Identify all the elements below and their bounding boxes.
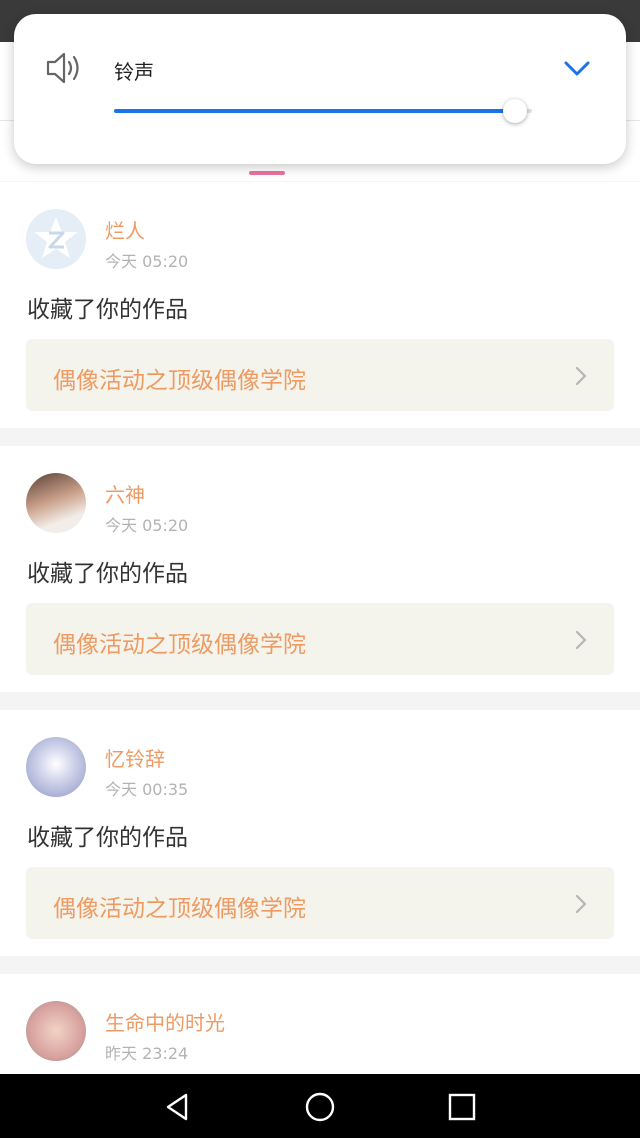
activity-text: 收藏了你的作品 bbox=[27, 561, 188, 587]
timestamp: 昨天 23:24 bbox=[105, 1044, 189, 1063]
user-name[interactable]: 烂人 bbox=[105, 215, 145, 244]
work-link[interactable]: 偶像活动之顶级偶像学院 bbox=[26, 339, 614, 411]
timestamp: 今天 00:35 bbox=[105, 780, 189, 799]
back-triangle-icon[interactable] bbox=[161, 1090, 195, 1124]
volume-stream-label: 铃声 bbox=[114, 60, 154, 84]
notification-card: 忆铃辞 今天 00:35 收藏了你的作品 偶像活动之顶级偶像学院 bbox=[0, 710, 640, 956]
volume-slider-thumb[interactable] bbox=[503, 99, 528, 123]
avatar[interactable] bbox=[26, 737, 86, 797]
user-name[interactable]: 六神 bbox=[105, 479, 145, 508]
chevron-down-icon[interactable] bbox=[562, 56, 592, 80]
recents-square-icon[interactable] bbox=[445, 1090, 479, 1124]
timestamp: 今天 05:20 bbox=[105, 252, 189, 271]
avatar[interactable] bbox=[26, 1001, 86, 1061]
speaker-icon[interactable] bbox=[44, 50, 84, 86]
work-link[interactable]: 偶像活动之顶级偶像学院 bbox=[26, 603, 614, 675]
notification-card: 生命中的时光 昨天 23:24 bbox=[0, 974, 640, 1074]
avatar[interactable] bbox=[26, 209, 86, 269]
work-link[interactable]: 偶像活动之顶级偶像学院 bbox=[26, 867, 614, 939]
notification-card: 六神 今天 05:20 收藏了你的作品 偶像活动之顶级偶像学院 bbox=[0, 446, 640, 692]
timestamp: 今天 05:20 bbox=[105, 516, 189, 535]
home-circle-icon[interactable] bbox=[303, 1090, 337, 1124]
activity-text: 收藏了你的作品 bbox=[27, 825, 188, 851]
tab-indicator bbox=[249, 171, 285, 175]
chevron-right-icon bbox=[575, 630, 587, 650]
volume-slider[interactable] bbox=[114, 99, 532, 123]
volume-slider-fill bbox=[114, 109, 516, 113]
work-title: 偶像活动之顶级偶像学院 bbox=[53, 896, 306, 922]
user-name[interactable]: 生命中的时光 bbox=[105, 1007, 225, 1036]
qzone-star-icon bbox=[34, 217, 78, 258]
chevron-right-icon bbox=[575, 366, 587, 386]
avatar[interactable] bbox=[26, 473, 86, 533]
work-title: 偶像活动之顶级偶像学院 bbox=[53, 368, 306, 394]
volume-panel: 铃声 bbox=[14, 14, 626, 164]
activity-text: 收藏了你的作品 bbox=[27, 297, 188, 323]
chevron-right-icon bbox=[575, 894, 587, 914]
work-title: 偶像活动之顶级偶像学院 bbox=[53, 632, 306, 658]
system-nav-bar bbox=[0, 1074, 640, 1138]
notification-card: 烂人 今天 05:20 收藏了你的作品 偶像活动之顶级偶像学院 bbox=[0, 182, 640, 428]
user-name[interactable]: 忆铃辞 bbox=[105, 743, 165, 772]
